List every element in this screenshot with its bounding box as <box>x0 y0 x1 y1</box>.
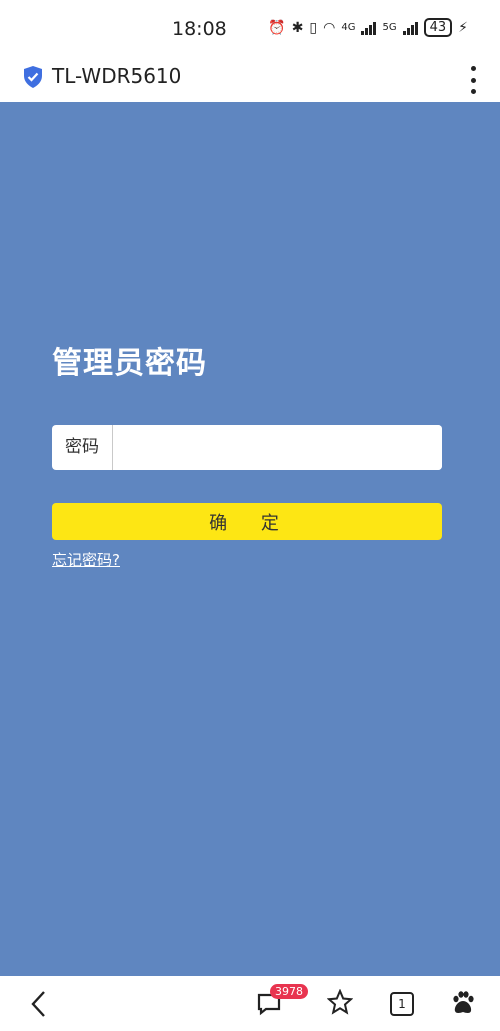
signal-icon-2 <box>402 21 418 35</box>
battery-icon: 43 <box>423 18 453 37</box>
shield-icon <box>22 65 44 93</box>
login-page: 管理员密码 密码 确 定 忘记密码? <box>0 102 500 976</box>
page-title: TL-WDR5610 <box>52 64 182 88</box>
status-bar: 18:08 ⏰ ✱ ▯ ◠ 4G 5G 43 ⚡ <box>0 0 500 58</box>
comment-count-badge: 3978 <box>270 984 308 999</box>
browser-bottom-bar: 3978 1 <box>0 976 500 1031</box>
forgot-password-link[interactable]: 忘记密码? <box>52 549 120 570</box>
more-menu-icon[interactable] <box>468 66 478 94</box>
clock: 18:08 <box>172 18 227 40</box>
star-icon[interactable] <box>326 988 354 1019</box>
signal-icon <box>361 21 377 35</box>
network-5g-label: 5G <box>382 21 397 33</box>
alarm-icon: ⏰ <box>268 19 286 36</box>
url-bar[interactable]: TL-WDR5610 <box>0 58 500 102</box>
charging-icon: ⚡ <box>458 19 468 36</box>
baidu-paw-icon[interactable] <box>450 990 476 1020</box>
back-icon[interactable] <box>28 990 50 1022</box>
password-label: 密码 <box>52 425 113 470</box>
wifi-icon: ◠ <box>323 19 336 36</box>
confirm-button[interactable]: 确 定 <box>52 503 442 540</box>
password-input[interactable] <box>113 425 442 470</box>
bluetooth-icon: ✱ <box>291 19 304 36</box>
vibrate-icon: ▯ <box>309 19 318 36</box>
password-row: 密码 <box>52 425 442 470</box>
network-4g-label: 4G <box>341 21 356 33</box>
status-icons: ⏰ ✱ ▯ ◠ 4G 5G 43 ⚡ <box>268 18 468 37</box>
login-heading: 管理员密码 <box>52 346 207 381</box>
tab-count-button[interactable]: 1 <box>390 992 414 1016</box>
